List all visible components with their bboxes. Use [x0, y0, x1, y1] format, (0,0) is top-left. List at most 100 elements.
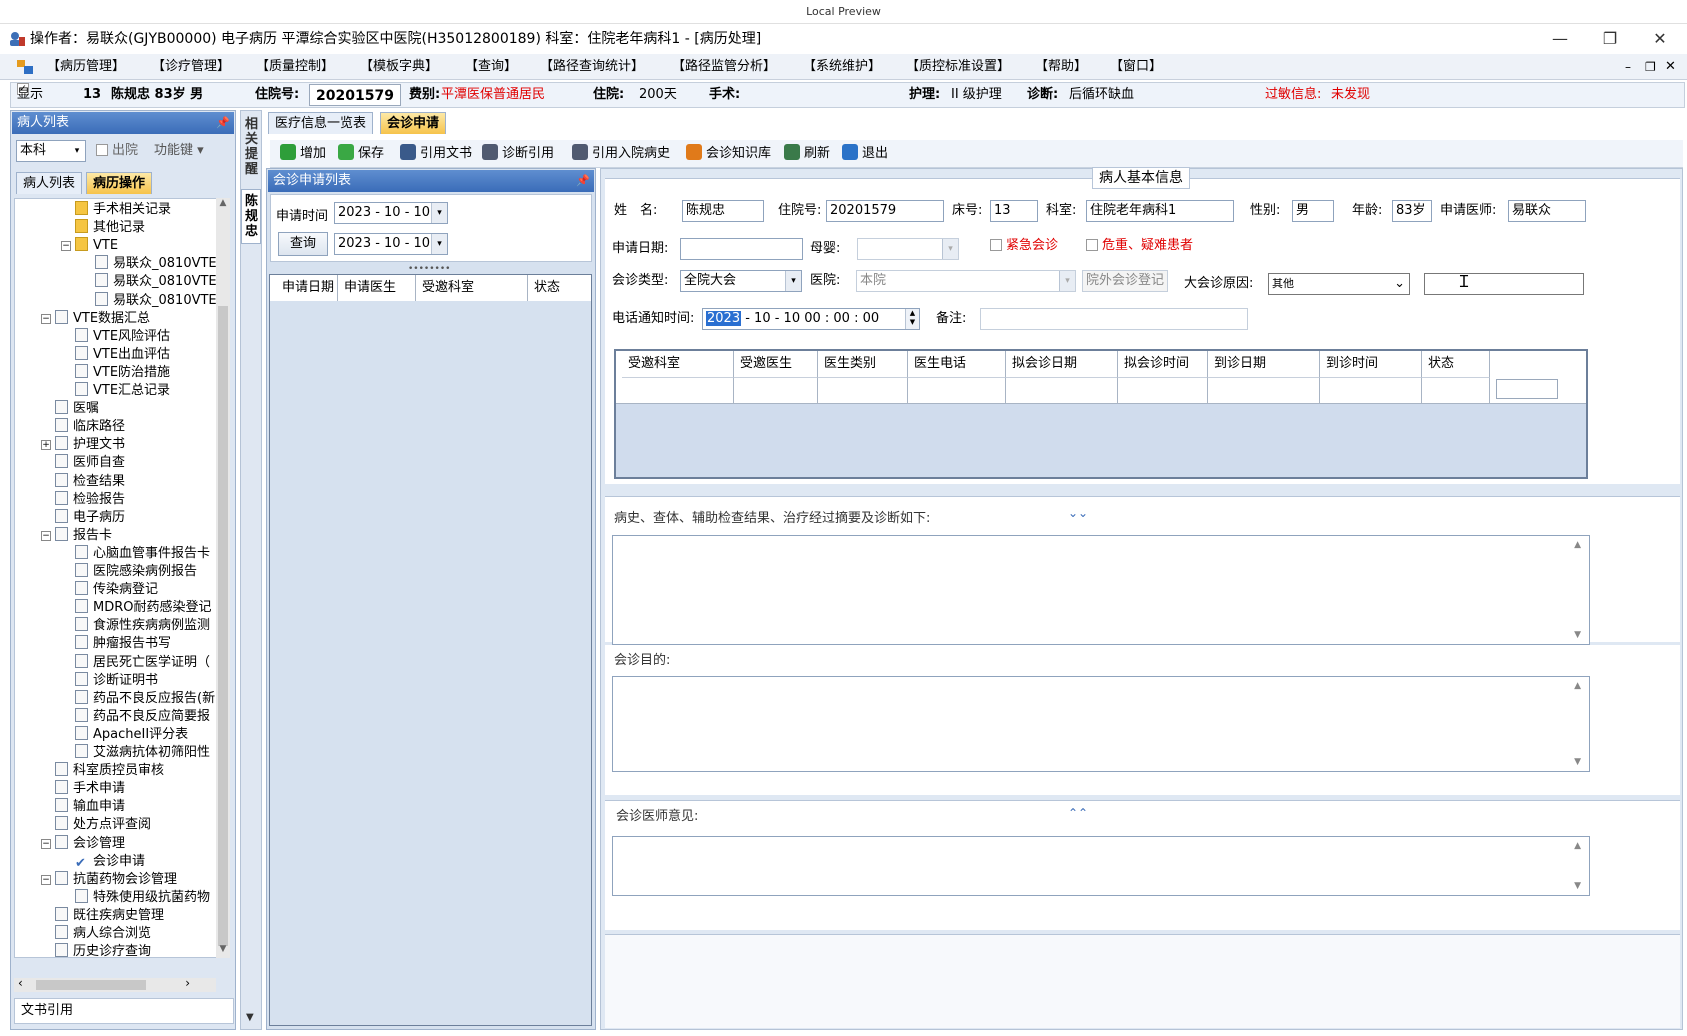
toolbar-button[interactable]: 增加: [280, 144, 326, 164]
date-to-dropdown-icon[interactable]: ▾: [431, 234, 447, 254]
toolbar-button[interactable]: 诊断引用: [482, 144, 554, 164]
phone-year-selected[interactable]: 2023: [706, 311, 742, 326]
invite-col-header[interactable]: 受邀科室: [622, 351, 734, 377]
tree-node[interactable]: 既往疾病史管理: [55, 906, 164, 925]
restore-button[interactable]: ❐: [1595, 28, 1625, 50]
mdi-minimize-button[interactable]: –: [1625, 54, 1631, 80]
tree-node[interactable]: 病人综合浏览: [55, 925, 151, 943]
invite-col-header[interactable]: 医生电话: [908, 351, 1006, 377]
critical-checkbox[interactable]: [1086, 239, 1098, 251]
bed-field[interactable]: 13: [990, 200, 1038, 222]
tree-node[interactable]: VTE风险评估: [75, 327, 170, 346]
invite-row-cell[interactable]: [1118, 377, 1208, 403]
discharged-toggle[interactable]: 出院: [96, 140, 138, 162]
menu-help[interactable]: 【帮助】: [1035, 54, 1087, 80]
reason-dropdown-icon[interactable]: ⌄: [1394, 274, 1405, 294]
tree-node[interactable]: ApacheII评分表: [75, 725, 188, 744]
tab-medical-overview[interactable]: 医疗信息一览表: [268, 112, 374, 134]
tree-node[interactable]: 居民死亡医学证明（: [75, 653, 210, 672]
invite-col-header[interactable]: 到诊日期: [1208, 351, 1320, 377]
col-invited-dept[interactable]: 受邀科室: [416, 275, 528, 301]
scroll-left-icon[interactable]: ‹: [18, 976, 23, 990]
sex-field[interactable]: 男: [1292, 200, 1334, 222]
tree-node[interactable]: 护理文书: [55, 436, 125, 454]
col-apply-doctor[interactable]: 申请医生: [338, 275, 416, 301]
invite-row-cell[interactable]: [1422, 377, 1490, 403]
menu-quality-control[interactable]: 【质量控制】: [256, 54, 334, 80]
strip-scroll-down-icon[interactable]: ▼: [246, 1012, 254, 1023]
pin-icon[interactable]: 📌: [216, 112, 230, 134]
invite-row-cell[interactable]: [818, 377, 908, 403]
opinion-scroll-up-icon[interactable]: ▲: [1574, 841, 1581, 851]
tree-node[interactable]: 输血申请: [55, 798, 125, 816]
age-field[interactable]: 83岁: [1392, 200, 1432, 222]
consult-list-pin-icon[interactable]: 📌: [576, 170, 590, 192]
toolbar-button[interactable]: 会诊知识库: [686, 144, 771, 164]
tree-node[interactable]: 药品不良反应报告(新: [75, 689, 215, 708]
tree-expander-icon[interactable]: −: [61, 241, 71, 252]
tree-node[interactable]: 处方点评查阅: [55, 816, 151, 834]
tree-node[interactable]: 药品不良反应简要报: [75, 707, 210, 726]
discharged-checkbox[interactable]: [96, 144, 108, 156]
tree-node[interactable]: 医嘱: [55, 400, 99, 418]
menu-diagnosis-mgmt[interactable]: 【诊疗管理】: [152, 54, 230, 80]
menu-window[interactable]: 【窗口】: [1110, 54, 1162, 80]
col-apply-date[interactable]: 申请日期: [270, 275, 338, 301]
tree-node[interactable]: 临床路径: [55, 418, 125, 436]
invite-col-header[interactable]: 到诊时间: [1320, 351, 1422, 377]
tree-node[interactable]: 检验报告: [55, 490, 125, 509]
history-scroll-up-icon[interactable]: ▲: [1574, 540, 1581, 550]
tree-expander-icon[interactable]: −: [41, 838, 51, 849]
invite-row-cell[interactable]: [622, 377, 734, 403]
tree-node[interactable]: VTE汇总记录: [75, 382, 170, 400]
mother-baby-select[interactable]: ▾: [857, 238, 959, 260]
remark-input[interactable]: [980, 308, 1248, 330]
invite-row-cell[interactable]: [908, 377, 1006, 403]
tree-expander-icon[interactable]: −: [41, 874, 51, 885]
opinion-textarea[interactable]: ▲ ▼: [612, 836, 1590, 896]
purpose-textarea[interactable]: ▲ ▼: [612, 676, 1590, 772]
critical-patient-toggle[interactable]: 危重、疑难患者: [1086, 235, 1193, 257]
tree-node[interactable]: 历史诊疗查询: [55, 943, 151, 957]
tree-node[interactable]: 诊断证明书: [75, 671, 158, 690]
tree-horizontal-scrollbar[interactable]: ‹ ›: [14, 976, 216, 992]
admission-field[interactable]: 20201579: [826, 200, 944, 222]
tree-node[interactable]: 易联众_0810VTE防: [95, 273, 229, 291]
menu-path-monitor[interactable]: 【路径监管分析】: [672, 54, 776, 80]
tree-node[interactable]: 手术申请: [55, 780, 125, 798]
toolbar-button[interactable]: 保存: [338, 144, 384, 164]
tree-node[interactable]: 手术相关记录: [75, 201, 171, 219]
invite-grid-editor-cell[interactable]: [1496, 379, 1558, 399]
hospital-dropdown-icon[interactable]: ▾: [1059, 271, 1075, 291]
tree-node[interactable]: 检查结果: [55, 472, 125, 491]
menu-path-query-stats[interactable]: 【路径查询统计】: [540, 54, 644, 80]
invite-row-cell[interactable]: [734, 377, 818, 403]
tree-expander-icon[interactable]: −: [41, 530, 51, 541]
tree-node[interactable]: 电子病历: [55, 508, 125, 527]
invite-col-header[interactable]: 拟会诊时间: [1118, 351, 1208, 377]
invite-col-header[interactable]: 受邀医生: [734, 351, 818, 377]
hospital-select[interactable]: 本院 ▾: [856, 270, 1076, 292]
mdi-restore-button[interactable]: ❐: [1645, 54, 1656, 80]
patient-tab[interactable]: 陈规忠: [241, 189, 261, 244]
consult-type-select[interactable]: 全院大会 ▾: [680, 270, 802, 292]
name-field[interactable]: 陈规忠: [682, 200, 764, 222]
tab-consult-apply[interactable]: 会诊申请: [380, 112, 447, 134]
tree-node[interactable]: 抗菌药物会诊管理: [55, 870, 177, 889]
date-from-dropdown-icon[interactable]: ▾: [431, 203, 447, 223]
collapse-down-icon[interactable]: ⌄⌄: [1068, 506, 1088, 520]
tab-record-operation[interactable]: 病历操作: [86, 172, 153, 194]
query-button[interactable]: 查询: [278, 232, 328, 256]
toolbar-button[interactable]: 引用文书: [400, 144, 472, 164]
tree-node[interactable]: 特殊使用级抗菌药物: [75, 888, 210, 907]
tree-node[interactable]: 医院感染病例报告: [75, 563, 197, 581]
tree-node[interactable]: VTE数据汇总: [55, 309, 150, 328]
phone-time-input[interactable]: 2023 - 10 - 10 00 : 00 : 00 ▲ ▼: [702, 308, 920, 330]
date-from-input[interactable]: 2023 - 10 - 10 ▾: [334, 202, 448, 224]
invite-col-header[interactable]: 医生类别: [818, 351, 908, 377]
tree-node[interactable]: 肿瘤报告书写: [75, 635, 171, 653]
dept-field[interactable]: 住院老年病科1: [1086, 200, 1234, 222]
close-button[interactable]: ✕: [1645, 28, 1675, 50]
toolbar-button[interactable]: 退出: [842, 144, 888, 164]
tab-patient-list[interactable]: 病人列表: [16, 172, 83, 194]
